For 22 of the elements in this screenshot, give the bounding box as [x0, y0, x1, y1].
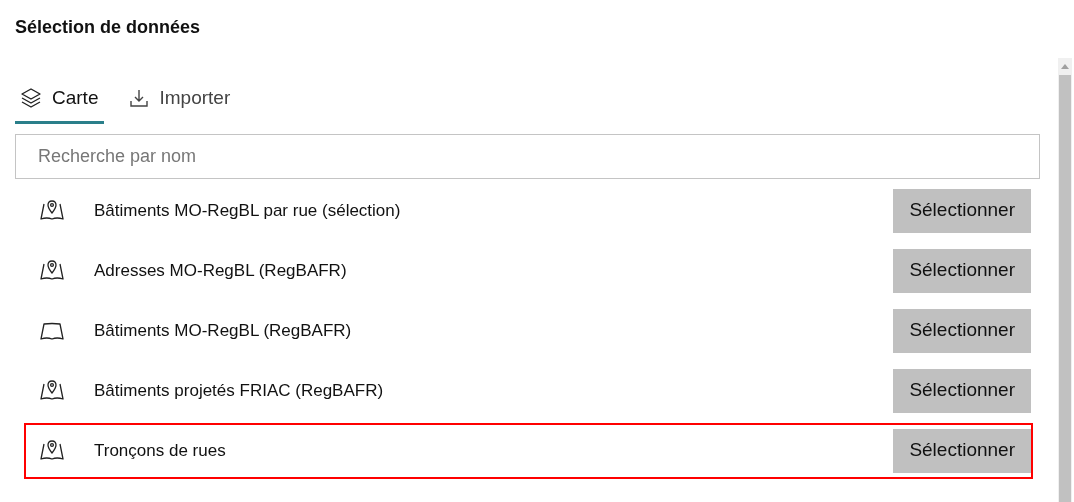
tab[interactable]: Importer — [124, 80, 237, 124]
select-button[interactable]: Sélectionner — [893, 188, 1031, 233]
layers-icon — [20, 87, 42, 110]
layer-name: Bâtiments projetés FRIAC (RegBAFR) — [94, 379, 385, 402]
dialog-title: Sélection de données — [15, 16, 202, 38]
search-field[interactable]: Recherche par nom — [15, 133, 1040, 179]
download-icon — [129, 88, 150, 109]
scrollbar-thumb[interactable] — [1059, 75, 1071, 502]
map-pin-icon — [40, 199, 64, 222]
select-button[interactable]: Sélectionner — [893, 248, 1031, 293]
tab[interactable]: Carte — [15, 80, 105, 124]
layer-name: Adresses MO-RegBL (RegBAFR) — [94, 259, 348, 282]
scrollbar[interactable] — [1058, 58, 1072, 502]
map-pin-icon — [40, 259, 64, 282]
select-button[interactable]: Sélectionner — [893, 308, 1031, 353]
select-button[interactable]: Sélectionner — [893, 428, 1031, 473]
map-pin-icon — [40, 379, 64, 402]
layer-name: Bâtiments MO-RegBL par rue (sélection) — [94, 199, 402, 222]
layer-name: Tronçons de rues — [94, 439, 227, 462]
select-button[interactable]: Sélectionner — [893, 368, 1031, 413]
layer-name: Bâtiments MO-RegBL (RegBAFR) — [94, 319, 353, 342]
map-pin-icon — [40, 439, 64, 462]
